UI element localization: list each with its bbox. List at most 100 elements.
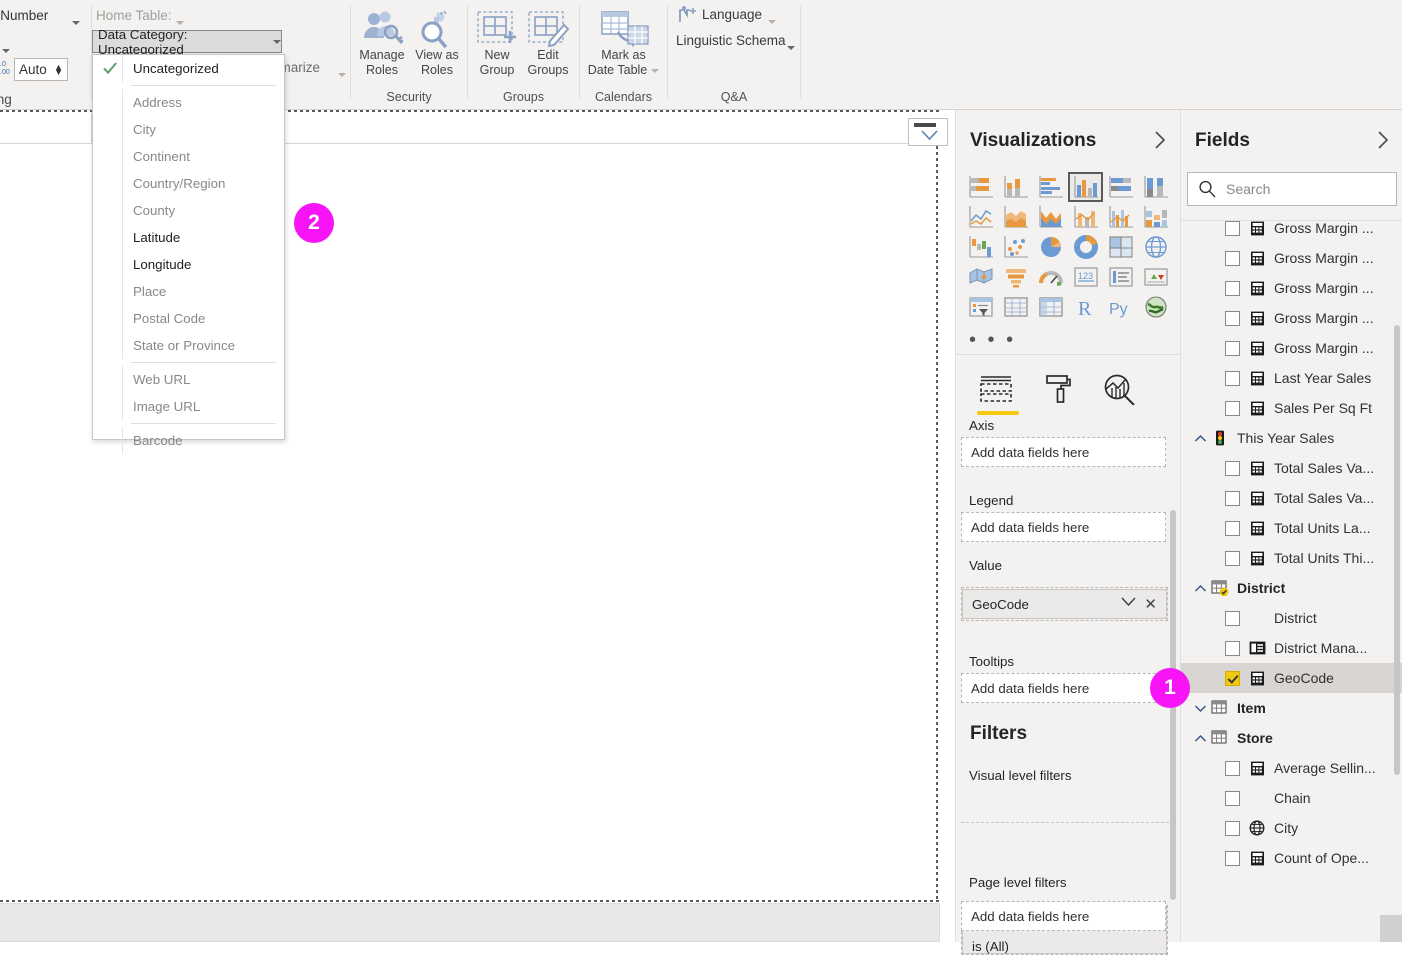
menu-item-barcode[interactable]: Barcode	[93, 427, 284, 454]
treemap-icon[interactable]	[1103, 232, 1138, 262]
menu-item-longitude[interactable]: Longitude	[93, 251, 284, 278]
field-item[interactable]: Total Units Thi...	[1181, 543, 1402, 573]
field-item[interactable]: Total Sales Va...	[1181, 453, 1402, 483]
number-format-label[interactable]: al Number	[0, 8, 48, 23]
fields-table-store[interactable]: Store	[1181, 723, 1402, 753]
field-checkbox[interactable]	[1225, 341, 1240, 356]
chip-chevron-down-icon[interactable]	[1121, 597, 1136, 607]
number-format-caret-icon[interactable]	[72, 14, 80, 32]
more-visuals-button[interactable]: • • •	[969, 335, 1016, 345]
data-category-dropdown-button[interactable]: Data Category: Uncategorized	[92, 30, 282, 53]
fields-search-box[interactable]: Search	[1187, 172, 1397, 206]
field-item[interactable]: Count of Ope...	[1181, 843, 1402, 873]
field-item[interactable]: Chain	[1181, 783, 1402, 813]
field-checkbox[interactable]	[1225, 311, 1240, 326]
field-checkbox[interactable]	[1225, 791, 1240, 806]
field-checkbox[interactable]	[1225, 761, 1240, 776]
menu-item-city[interactable]: City	[93, 116, 284, 143]
arcgis-maps-icon[interactable]	[1138, 292, 1173, 322]
linguistic-schema-caret-icon[interactable]	[787, 39, 795, 57]
matrix-icon[interactable]	[1033, 292, 1068, 322]
field-checkbox[interactable]	[1225, 221, 1240, 236]
analytics-tab[interactable]	[1089, 364, 1151, 414]
field-item[interactable]: Total Units La...	[1181, 513, 1402, 543]
menu-item-county[interactable]: County	[93, 197, 284, 224]
area-chart-icon[interactable]	[998, 202, 1033, 232]
100-stacked-column-chart-icon[interactable]	[1138, 172, 1173, 202]
map-icon[interactable]	[1138, 232, 1173, 262]
r-script-visual-icon[interactable]: R	[1068, 292, 1103, 322]
table-icon[interactable]	[998, 292, 1033, 322]
field-checkbox[interactable]	[1225, 491, 1240, 506]
field-item[interactable]: District	[1181, 603, 1402, 633]
language-caret-icon[interactable]	[768, 13, 776, 31]
field-item[interactable]: Gross Margin ...	[1181, 303, 1402, 333]
clustered-column-chart-icon[interactable]	[1068, 172, 1103, 202]
menu-item-postal-code[interactable]: Postal Code	[93, 305, 284, 332]
field-checkbox[interactable]	[1225, 551, 1240, 566]
linguistic-schema-label[interactable]: Linguistic Schema	[676, 33, 786, 48]
field-checkbox[interactable]	[1225, 401, 1240, 416]
field-item[interactable]: Average Sellin...	[1181, 753, 1402, 783]
field-checkbox[interactable]	[1225, 671, 1240, 686]
field-item[interactable]: Last Year Sales	[1181, 363, 1402, 393]
legend-well-dropzone[interactable]: Add data fields here	[961, 512, 1166, 542]
stacked-area-chart-icon[interactable]	[1033, 202, 1068, 232]
field-item[interactable]: Gross Margin ...	[1181, 221, 1402, 243]
chevron-right-icon[interactable]	[1154, 130, 1166, 150]
visualization-pane-tabs[interactable]	[961, 364, 1176, 416]
visual-placeholder[interactable]	[908, 118, 948, 146]
fields-tab[interactable]	[965, 364, 1027, 414]
python-visual-icon[interactable]: Py	[1103, 292, 1138, 322]
summarize-caret-icon[interactable]	[338, 66, 346, 84]
chevron-up-icon[interactable]	[1191, 583, 1209, 594]
manage-roles-button[interactable]: Manage Roles	[354, 10, 410, 78]
fields-tree[interactable]: Gross Margin ...Gross Margin ...Gross Ma…	[1181, 221, 1402, 942]
new-group-button[interactable]: New Group	[471, 10, 523, 78]
menu-item-uncategorized[interactable]: Uncategorized	[93, 55, 284, 82]
line-chart-icon[interactable]	[963, 202, 998, 232]
field-checkbox[interactable]	[1225, 281, 1240, 296]
multi-row-card-icon[interactable]	[1103, 262, 1138, 292]
mark-as-date-table-button[interactable]: Mark as Date Table	[580, 10, 667, 78]
100-stacked-bar-chart-icon[interactable]	[1103, 172, 1138, 202]
filled-map-icon[interactable]	[963, 262, 998, 292]
stacked-column-chart-icon[interactable]	[998, 172, 1033, 202]
data-category-menu[interactable]: UncategorizedAddressCityContinentCountry…	[92, 54, 285, 440]
chevron-up-icon[interactable]	[1191, 733, 1209, 744]
menu-item-continent[interactable]: Continent	[93, 143, 284, 170]
field-item[interactable]: Sales Per Sq Ft	[1181, 393, 1402, 423]
format-tab[interactable]	[1027, 364, 1089, 414]
field-item[interactable]: Total Sales Va...	[1181, 483, 1402, 513]
visualization-type-grid[interactable]: 123RPy	[963, 172, 1175, 322]
stepper-arrows-icon[interactable]: ▲▼	[54, 65, 63, 75]
view-as-roles-button[interactable]: View as Roles	[409, 10, 465, 78]
slicer-icon[interactable]	[963, 292, 998, 322]
menu-item-image-url[interactable]: Image URL	[93, 393, 284, 420]
chevron-down-icon[interactable]	[1191, 703, 1209, 714]
fields-table-district[interactable]: District	[1181, 573, 1402, 603]
menu-item-state-or-province[interactable]: State or Province	[93, 332, 284, 359]
field-checkbox[interactable]	[1225, 851, 1240, 866]
kpi-icon[interactable]	[1138, 262, 1173, 292]
ribbon-chart-icon[interactable]	[1138, 202, 1173, 232]
decimal-places-stepper[interactable]: Auto ▲▼	[14, 58, 68, 81]
field-checkbox[interactable]	[1225, 641, 1240, 656]
tooltips-well-dropzone[interactable]: Add data fields here	[961, 673, 1166, 703]
pie-chart-icon[interactable]	[1033, 232, 1068, 262]
menu-item-address[interactable]: Address	[93, 89, 284, 116]
edit-groups-button[interactable]: Edit Groups	[520, 10, 576, 78]
menu-item-latitude[interactable]: Latitude	[93, 224, 284, 251]
page-level-filter-dropzone[interactable]: Add data fields here	[961, 901, 1166, 931]
field-checkbox[interactable]	[1225, 821, 1240, 836]
gauge-icon[interactable]	[1033, 262, 1068, 292]
field-checkbox[interactable]	[1225, 461, 1240, 476]
field-item[interactable]: District Mana...	[1181, 633, 1402, 663]
scatter-chart-icon[interactable]	[998, 232, 1033, 262]
menu-item-place[interactable]: Place	[93, 278, 284, 305]
chevron-down-icon[interactable]	[921, 130, 938, 141]
field-checkbox[interactable]	[1225, 251, 1240, 266]
field-item[interactable]: Gross Margin ...	[1181, 333, 1402, 363]
fields-chevron-right-icon[interactable]	[1377, 130, 1389, 150]
line-stacked-column-chart-icon[interactable]	[1068, 202, 1103, 232]
